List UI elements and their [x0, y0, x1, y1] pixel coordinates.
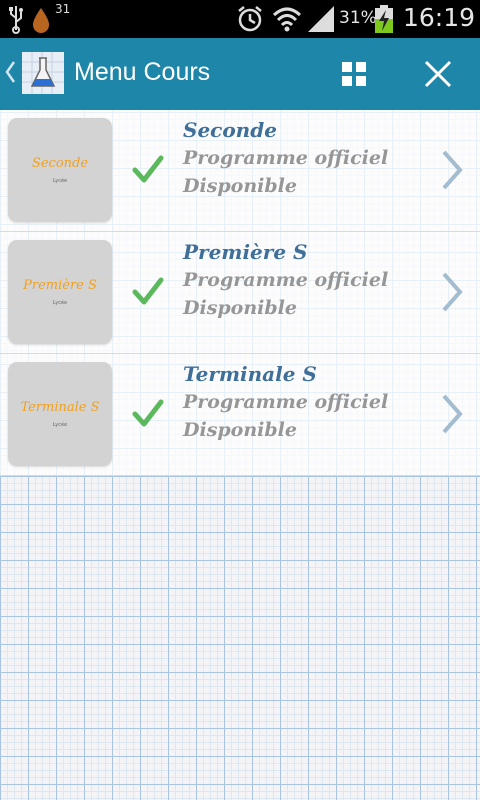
check-icon	[132, 277, 164, 305]
page-title: Menu Cours	[74, 58, 211, 86]
course-title: Seconde	[183, 118, 277, 142]
check-icon	[132, 155, 164, 183]
chevron-right-icon	[442, 272, 463, 312]
course-availability: Disponible	[183, 419, 297, 441]
alarm-icon	[238, 6, 262, 32]
course-item-seconde[interactable]: Seconde Lycée Seconde Programme officiel…	[0, 110, 480, 232]
grid-icon	[342, 62, 366, 86]
wifi-icon	[272, 7, 302, 32]
close-icon	[424, 60, 452, 88]
course-program: Programme officiel	[183, 147, 389, 169]
notification-count: 31	[55, 2, 71, 16]
back-chevron-icon[interactable]	[4, 60, 16, 84]
course-title: Terminale S	[183, 362, 317, 386]
clock: 16:19	[403, 3, 476, 32]
battery-charging-icon	[375, 5, 393, 33]
thumbnail-label: Première S	[23, 278, 97, 293]
course-program: Programme officiel	[183, 391, 389, 413]
course-thumbnail: Première S Lycée	[8, 240, 112, 344]
course-thumbnail: Terminale S Lycée	[8, 362, 112, 466]
course-list: Seconde Lycée Seconde Programme officiel…	[0, 110, 480, 476]
chevron-right-icon	[442, 394, 463, 434]
signal-icon	[308, 6, 334, 32]
battery-percent: 31%	[339, 8, 377, 28]
grid-view-button[interactable]	[338, 58, 370, 90]
course-title: Première S	[183, 240, 308, 264]
status-bar: 31 31% 16:19	[0, 0, 480, 38]
close-button[interactable]	[420, 56, 456, 92]
thumbnail-label: Seconde	[31, 156, 89, 171]
usb-icon	[9, 6, 23, 34]
course-item-premiere-s[interactable]: Première S Lycée Première S Programme of…	[0, 232, 480, 354]
thumbnail-sublabel: Lycée	[52, 422, 68, 428]
thumbnail-sublabel: Lycée	[52, 300, 68, 306]
drop-icon	[33, 8, 49, 33]
action-bar: Menu Cours	[0, 38, 480, 110]
chevron-right-icon	[442, 150, 463, 190]
thumbnail-sublabel: Lycée	[52, 178, 68, 184]
course-item-terminale-s[interactable]: Terminale S Lycée Terminale S Programme …	[0, 354, 480, 476]
course-availability: Disponible	[183, 175, 297, 197]
course-thumbnail: Seconde Lycée	[8, 118, 112, 222]
app-logo-icon[interactable]	[22, 52, 64, 94]
check-icon	[132, 399, 164, 427]
course-program: Programme officiel	[183, 269, 389, 291]
thumbnail-label: Terminale S	[20, 400, 100, 415]
course-availability: Disponible	[183, 297, 297, 319]
